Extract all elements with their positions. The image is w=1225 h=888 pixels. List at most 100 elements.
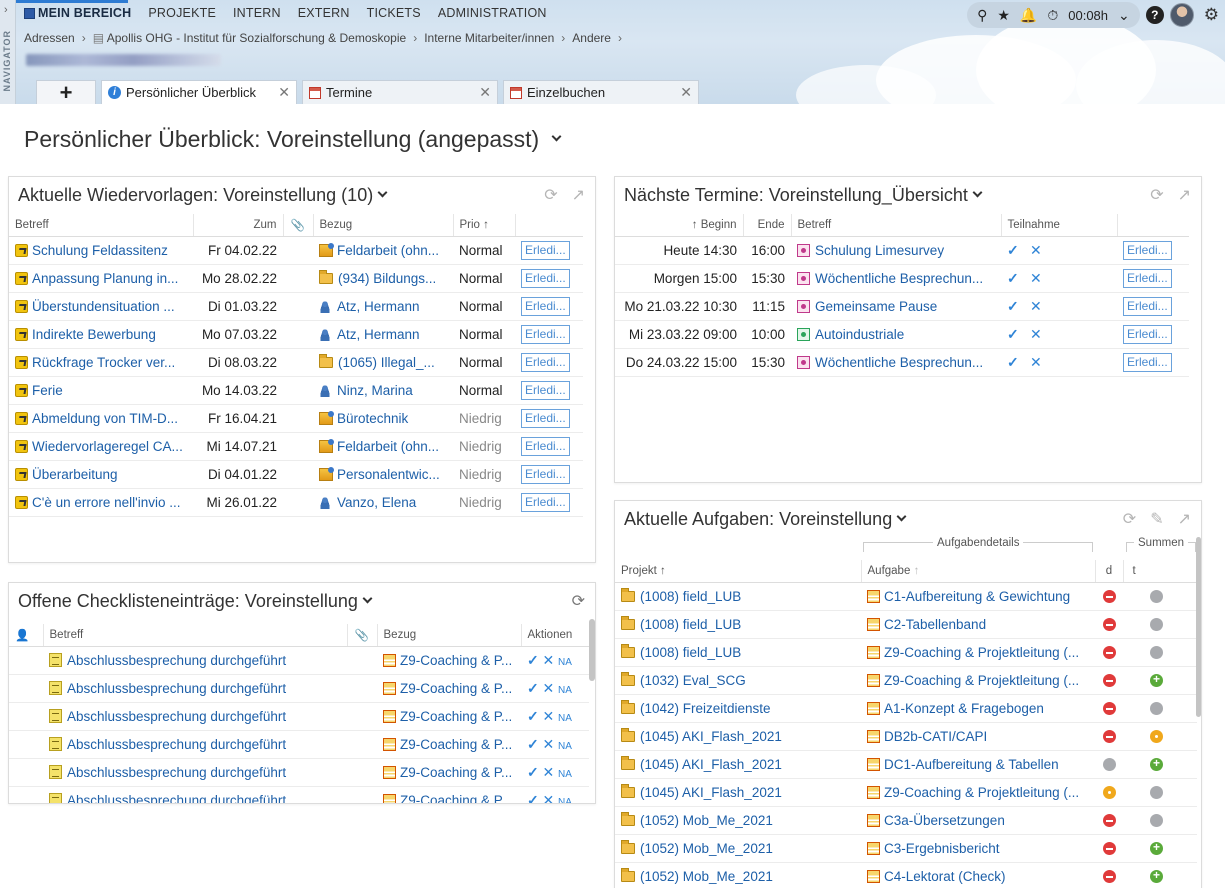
breadcrumb-item[interactable]: Interne Mitarbeiter/innen — [424, 31, 554, 45]
betreff-cell[interactable]: Rückfrage Trocker ver... — [9, 348, 193, 377]
reject-icon[interactable]: ✕ — [543, 652, 555, 668]
nav-intern[interactable]: INTERN — [233, 6, 281, 20]
open-external-icon[interactable]: ↗ — [572, 185, 585, 205]
table-row[interactable]: Heute 14:30 16:00 Schulung Limesurvey ✓ ✕ Er… — [615, 236, 1189, 265]
projekt-cell[interactable]: (1008) field_LUB — [615, 582, 861, 611]
projekt-cell[interactable]: (1032) Eval_SCG — [615, 666, 861, 695]
erledigen-button[interactable]: Erledi... — [521, 296, 570, 316]
table-row[interactable]: (1008) field_LUB C1-Aufbereitung & Gewich… — [615, 582, 1197, 611]
aufgabe-cell[interactable]: Z9-Coaching & Projektleitung (... — [861, 638, 1095, 667]
scrollbar[interactable] — [1196, 537, 1201, 717]
betreff-cell[interactable]: Überstundensituation ... — [9, 292, 193, 321]
betreff-cell[interactable]: Abschlussbesprechung durchgeführt — [43, 674, 347, 703]
aufgabe-cell[interactable]: Z9-Coaching & Projektleitung (... — [861, 666, 1095, 695]
table-row[interactable]: Abschlussbesprechung durchgeführt Z9-Coac… — [9, 646, 589, 675]
table-row[interactable]: Do 24.03.22 15:00 15:30 Wöchentliche Bespr… — [615, 348, 1189, 377]
na-button[interactable]: NA — [558, 685, 572, 696]
erledigen-button[interactable]: Erledi... — [521, 436, 570, 456]
na-button[interactable]: NA — [558, 741, 572, 752]
table-row[interactable]: (1042) Freizeitdienste A1-Konzept & Frage… — [615, 694, 1197, 723]
table-row[interactable]: (1045) AKI_Flash_2021 DC1-Aufbereitung & … — [615, 750, 1197, 779]
betreff-cell[interactable]: Abschlussbesprechung durchgeführt — [43, 730, 347, 759]
table-row[interactable]: Mi 23.03.22 09:00 10:00 Autoindustriale ✓ ✕… — [615, 320, 1189, 349]
bezug-cell[interactable]: Z9-Coaching & P... — [377, 786, 521, 803]
breadcrumb-item[interactable]: ▤ Apollis OHG - Institut für Sozialforsc… — [93, 31, 406, 45]
page-title[interactable]: Persönlicher Überblick: Voreinstellung (… — [24, 126, 562, 153]
projekt-cell[interactable]: (1042) Freizeitdienste — [615, 694, 861, 723]
chevron-down-icon[interactable] — [551, 131, 562, 142]
accept-icon[interactable]: ✓ — [1007, 298, 1019, 314]
new-tab-button[interactable]: + — [36, 80, 96, 104]
close-icon[interactable]: ✕ — [479, 84, 491, 101]
na-button[interactable]: NA — [558, 713, 572, 724]
aufgabe-cell[interactable]: DB2b-CATI/CAPI — [861, 722, 1095, 751]
table-row[interactable]: Abschlussbesprechung durchgeführt Z9-Coac… — [9, 730, 589, 759]
bezug-cell[interactable]: (934) Bildungs... — [313, 264, 453, 293]
betreff-cell[interactable]: Wöchentliche Besprechun... — [791, 348, 1001, 377]
na-button[interactable]: NA — [558, 657, 572, 668]
bezug-cell[interactable]: (1065) Illegal_... — [313, 348, 453, 377]
table-row[interactable]: Abschlussbesprechung durchgeführt Z9-Coac… — [9, 674, 589, 703]
bezug-cell[interactable]: Bürotechnik — [313, 404, 453, 433]
bezug-cell[interactable]: Z9-Coaching & P... — [377, 702, 521, 731]
search-icon[interactable]: ⚲ — [977, 7, 987, 24]
aufgabe-cell[interactable]: DC1-Aufbereitung & Tabellen — [861, 750, 1095, 779]
decline-icon[interactable]: ✕ — [1030, 298, 1042, 314]
table-row[interactable]: Rückfrage Trocker ver... Di 08.03.22 (1065… — [9, 348, 583, 377]
erledigen-button[interactable]: Erledi... — [1123, 324, 1172, 344]
accept-icon[interactable]: ✓ — [527, 680, 539, 696]
chevron-down-icon[interactable] — [362, 593, 373, 604]
col-bezug[interactable]: Bezug — [377, 624, 522, 647]
aufgabe-cell[interactable]: C1-Aufbereitung & Gewichtung — [861, 582, 1095, 611]
col-teilnahme[interactable]: Teilnahme — [1001, 214, 1118, 237]
bezug-cell[interactable]: Z9-Coaching & P... — [377, 758, 521, 787]
projekt-cell[interactable]: (1045) AKI_Flash_2021 — [615, 722, 861, 751]
betreff-cell[interactable]: C'è un errore nell'invio ... — [9, 488, 193, 517]
betreff-cell[interactable]: Autoindustriale — [791, 320, 1001, 349]
refresh-icon[interactable]: ⟳ — [1150, 185, 1163, 205]
table-row[interactable]: Mo 21.03.22 10:30 11:15 Gemeinsame Pause ✓ … — [615, 292, 1189, 321]
aufgabe-cell[interactable]: A1-Konzept & Fragebogen — [861, 694, 1095, 723]
bell-icon[interactable]: 🔔 — [1020, 7, 1037, 24]
table-row[interactable]: (1052) Mob_Me_2021 C3a-Übersetzungen — [615, 806, 1197, 835]
termine-title[interactable]: Nächste Termine: Voreinstellung_Übersich… — [624, 185, 983, 206]
accept-icon[interactable]: ✓ — [527, 652, 539, 668]
decline-icon[interactable]: ✕ — [1030, 270, 1042, 286]
na-button[interactable]: NA — [558, 797, 572, 804]
accept-icon[interactable]: ✓ — [1007, 326, 1019, 342]
table-row[interactable]: Morgen 15:00 15:30 Wöchentliche Besprechun… — [615, 264, 1189, 293]
table-row[interactable]: Abschlussbesprechung durchgeführt Z9-Coac… — [9, 758, 589, 787]
table-row[interactable]: Abschlussbesprechung durchgeführt Z9-Coac… — [9, 786, 589, 804]
aufgabe-cell[interactable]: C4-Lektorat (Check) — [861, 862, 1095, 888]
close-icon[interactable]: ✕ — [278, 84, 290, 101]
reject-icon[interactable]: ✕ — [543, 680, 555, 696]
accept-icon[interactable]: ✓ — [1007, 242, 1019, 258]
betreff-cell[interactable]: Abmeldung von TIM-D... — [9, 404, 193, 433]
edit-icon[interactable]: ✎ — [1150, 509, 1163, 529]
help-icon[interactable]: ? — [1145, 6, 1164, 24]
col-beginn[interactable]: ↑ Beginn — [615, 214, 744, 237]
erledigen-button[interactable]: Erledi... — [1123, 296, 1172, 316]
avatar[interactable] — [1169, 3, 1194, 27]
projekt-cell[interactable]: (1052) Mob_Me_2021 — [615, 862, 861, 888]
projekt-cell[interactable]: (1052) Mob_Me_2021 — [615, 834, 861, 863]
projekt-cell[interactable]: (1008) field_LUB — [615, 610, 861, 639]
erledigen-button[interactable]: Erledi... — [521, 380, 570, 400]
col-bezug[interactable]: Bezug — [313, 214, 454, 237]
table-row[interactable]: (1052) Mob_Me_2021 C4-Lektorat (Check) — [615, 862, 1197, 888]
close-icon[interactable]: ✕ — [680, 84, 692, 101]
betreff-cell[interactable]: Wöchentliche Besprechun... — [791, 264, 1001, 293]
table-row[interactable]: Überarbeitung Di 04.01.22 Personalentwic..… — [9, 460, 583, 489]
timer-display[interactable]: 00:08h — [1068, 8, 1108, 23]
refresh-icon[interactable]: ⟳ — [1123, 509, 1136, 529]
col-d[interactable]: d — [1095, 560, 1124, 583]
accept-icon[interactable]: ✓ — [527, 736, 539, 752]
chevron-down-icon[interactable] — [896, 511, 907, 522]
decline-icon[interactable]: ✕ — [1030, 326, 1042, 342]
aufgabe-cell[interactable]: C3a-Übersetzungen — [861, 806, 1095, 835]
aufgabe-cell[interactable]: Z9-Coaching & Projektleitung (... — [861, 778, 1095, 807]
nav-mein-bereich[interactable]: MEIN BEREICH — [24, 6, 131, 20]
breadcrumb-item[interactable]: Andere — [572, 31, 611, 45]
star-icon[interactable]: ★ — [997, 7, 1010, 24]
reject-icon[interactable]: ✕ — [543, 708, 555, 724]
